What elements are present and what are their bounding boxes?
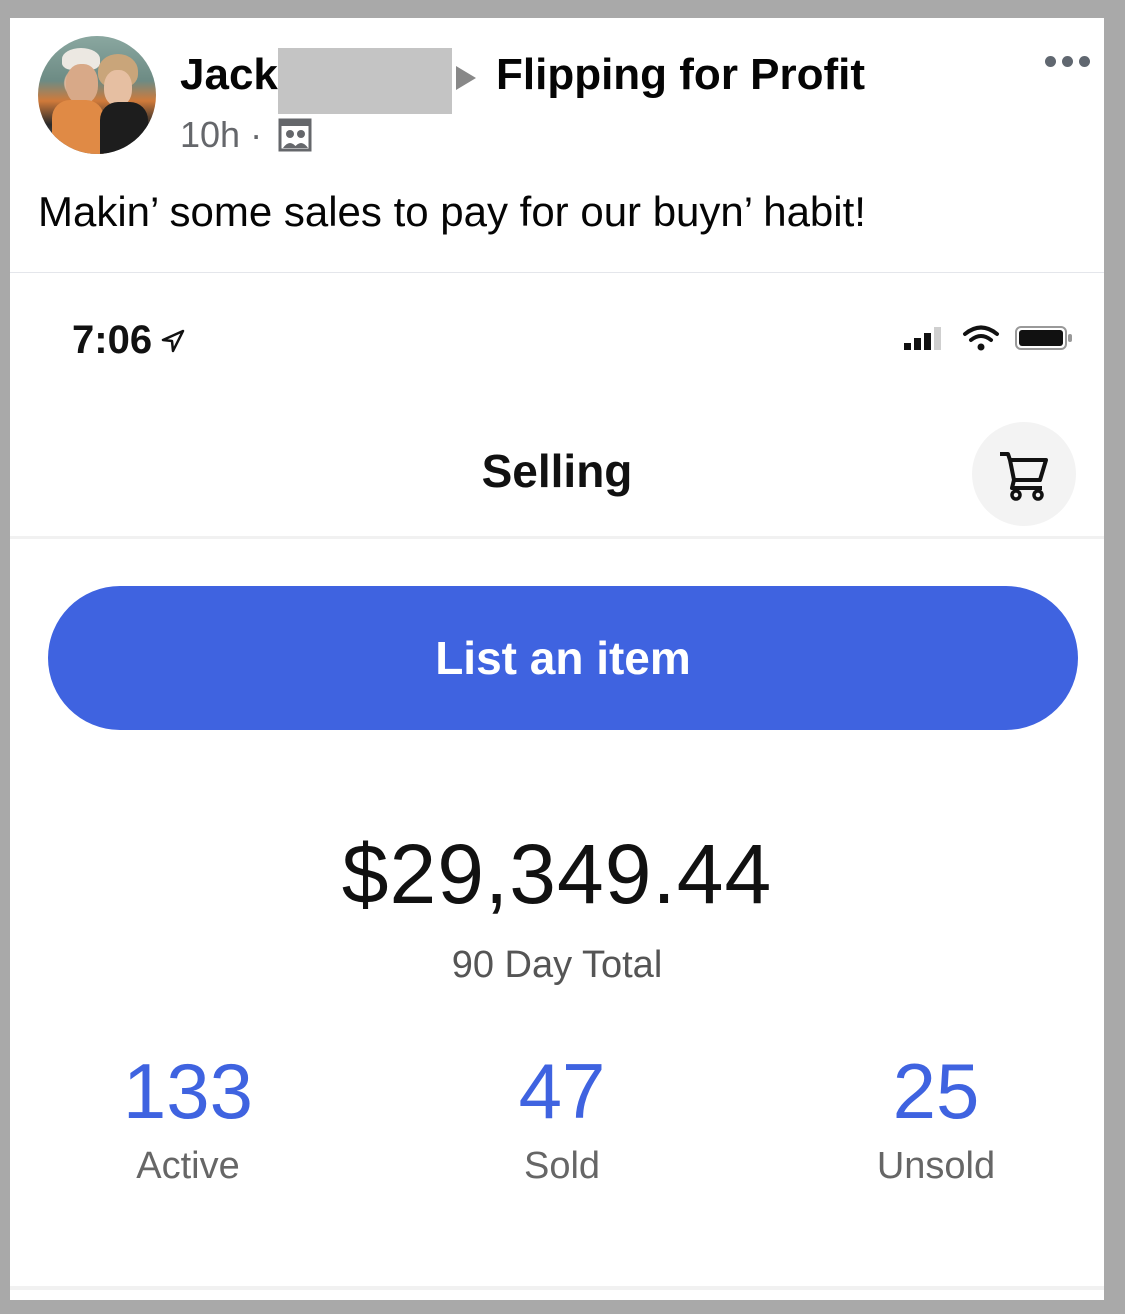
- page-title: Selling: [481, 445, 633, 497]
- status-bar-time: 7:06: [72, 318, 186, 363]
- status-time-text: 7:06: [72, 318, 153, 362]
- status-bar-icons: [902, 324, 1074, 352]
- stat-sold-label: Sold: [523, 1145, 601, 1187]
- wifi-icon: [963, 325, 999, 351]
- stat-sold-count: 47: [518, 1047, 606, 1135]
- stat-active-label: Active: [136, 1145, 240, 1187]
- posted-in-arrow-icon: [456, 66, 476, 90]
- nav-divider: [10, 536, 1104, 539]
- facebook-post-card: Jack Flipping for Profit 10h · Makin’ so…: [10, 18, 1104, 1300]
- stat-sold[interactable]: 47 Sold: [412, 1046, 712, 1188]
- stat-active[interactable]: 133 Active: [38, 1046, 338, 1188]
- post-divider: [10, 272, 1104, 273]
- author-avatar[interactable]: [38, 36, 156, 154]
- post-text: Makin’ some sales to pay for our buyn’ h…: [38, 188, 866, 235]
- group-audience-icon: [278, 118, 312, 152]
- stat-active-count: 133: [122, 1047, 254, 1135]
- ninety-day-total-amount: $29,349.44: [341, 827, 773, 921]
- post-meta: 10h ·: [180, 114, 312, 156]
- shopping-cart-icon: [1000, 452, 1048, 501]
- list-an-item-button[interactable]: List an item: [48, 586, 1078, 730]
- signal-icon: [904, 327, 941, 350]
- meta-separator: ·: [250, 114, 263, 155]
- more-options-icon[interactable]: [1045, 56, 1090, 67]
- bottom-divider: [10, 1286, 1104, 1290]
- author-name-link[interactable]: Jack: [180, 50, 278, 100]
- attached-screenshot[interactable]: 7:06 Selling List an item $29,349.44 90 …: [10, 274, 1104, 1300]
- post-timestamp[interactable]: 10h: [180, 114, 240, 156]
- group-name-link[interactable]: Flipping for Profit: [496, 50, 865, 100]
- redacted-name-block: [278, 48, 452, 114]
- stat-unsold[interactable]: 25 Unsold: [786, 1046, 1086, 1188]
- battery-icon: [1015, 326, 1072, 350]
- cart-button[interactable]: [972, 422, 1076, 526]
- ninety-day-total-label: 90 Day Total: [451, 944, 663, 986]
- location-arrow-icon: [161, 329, 185, 352]
- stat-unsold-count: 25: [892, 1047, 980, 1135]
- stat-unsold-label: Unsold: [876, 1145, 996, 1187]
